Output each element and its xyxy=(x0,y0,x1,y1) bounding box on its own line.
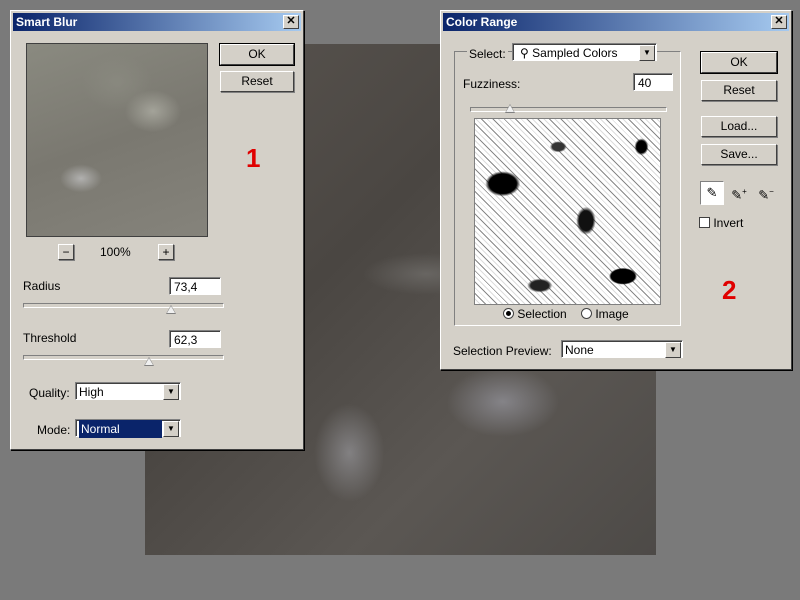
zoom-level: 100% xyxy=(100,245,131,259)
radius-input[interactable]: 73,4 xyxy=(169,277,221,295)
selection-preview-select[interactable]: None ▼ xyxy=(561,340,683,358)
radio-selection[interactable]: Selection xyxy=(503,307,567,321)
color-range-dialog: Color Range ✕ Select: ⚲ Sampled Colors ▼… xyxy=(440,10,792,370)
threshold-input[interactable]: 62,3 xyxy=(169,330,221,348)
zoom-in-button[interactable]: + xyxy=(158,244,174,260)
threshold-slider-track[interactable] xyxy=(23,355,224,360)
reset-button[interactable]: Reset xyxy=(220,71,294,92)
eyedropper-plus-icon[interactable]: ✎+ xyxy=(728,181,750,203)
ok-button[interactable]: OK xyxy=(700,51,778,74)
threshold-label: Threshold xyxy=(23,331,77,345)
smart-blur-dialog: Smart Blur ✕ − 100% + OK Reset 1 Radius … xyxy=(10,10,304,450)
chevron-down-icon[interactable]: ▼ xyxy=(163,384,179,400)
fuzziness-input[interactable]: 40 xyxy=(633,73,673,91)
checkbox-icon xyxy=(699,217,710,228)
threshold-slider-thumb[interactable] xyxy=(144,357,154,366)
smart-blur-titlebar[interactable]: Smart Blur ✕ xyxy=(13,13,301,31)
invert-checkbox[interactable]: Invert xyxy=(699,216,743,230)
mode-value: Normal xyxy=(79,420,162,438)
mode-select[interactable]: Normal ▼ xyxy=(75,419,181,438)
chevron-down-icon[interactable]: ▼ xyxy=(163,421,179,437)
selection-mask-preview[interactable] xyxy=(474,118,661,305)
quality-select[interactable]: High ▼ xyxy=(75,382,181,400)
radius-slider-thumb[interactable] xyxy=(166,305,176,314)
eyedropper-minus-icon[interactable]: ✎− xyxy=(755,181,777,203)
zoom-out-button[interactable]: − xyxy=(58,244,74,260)
quality-label: Quality: xyxy=(29,386,70,400)
smart-blur-preview[interactable] xyxy=(26,43,208,237)
selection-preview-label: Selection Preview: xyxy=(453,344,552,358)
ok-button[interactable]: OK xyxy=(219,43,295,66)
mode-label: Mode: xyxy=(37,423,71,437)
radio-image[interactable]: Image xyxy=(581,307,629,321)
fuzziness-slider-thumb[interactable] xyxy=(505,104,515,113)
marker-1: 1 xyxy=(246,143,261,173)
radius-slider-track[interactable] xyxy=(23,303,224,308)
fuzziness-slider-track[interactable] xyxy=(470,107,667,112)
radio-unselected-icon xyxy=(581,308,592,319)
eyedropper-icon: ⚲ xyxy=(520,46,529,60)
select-value: ⚲ Sampled Colors xyxy=(520,46,618,60)
marker-2: 2 xyxy=(722,275,737,305)
chevron-down-icon[interactable]: ▼ xyxy=(639,45,655,61)
color-range-title: Color Range xyxy=(446,15,518,29)
smart-blur-title: Smart Blur xyxy=(16,15,78,29)
fuzziness-label: Fuzziness: xyxy=(463,77,521,91)
load-button[interactable]: Load... xyxy=(701,116,777,137)
reset-button[interactable]: Reset xyxy=(701,80,777,101)
radio-selected-icon xyxy=(503,308,514,319)
close-icon[interactable]: ✕ xyxy=(283,15,299,29)
close-icon[interactable]: ✕ xyxy=(771,15,787,29)
select-label: Select: xyxy=(467,47,508,61)
save-button[interactable]: Save... xyxy=(701,144,777,165)
color-range-titlebar[interactable]: Color Range ✕ xyxy=(443,13,789,31)
select-dropdown[interactable]: ⚲ Sampled Colors ▼ xyxy=(512,43,657,61)
eyedropper-icon[interactable]: ✎ xyxy=(700,181,724,205)
radius-label: Radius xyxy=(23,279,61,293)
chevron-down-icon[interactable]: ▼ xyxy=(665,342,681,358)
